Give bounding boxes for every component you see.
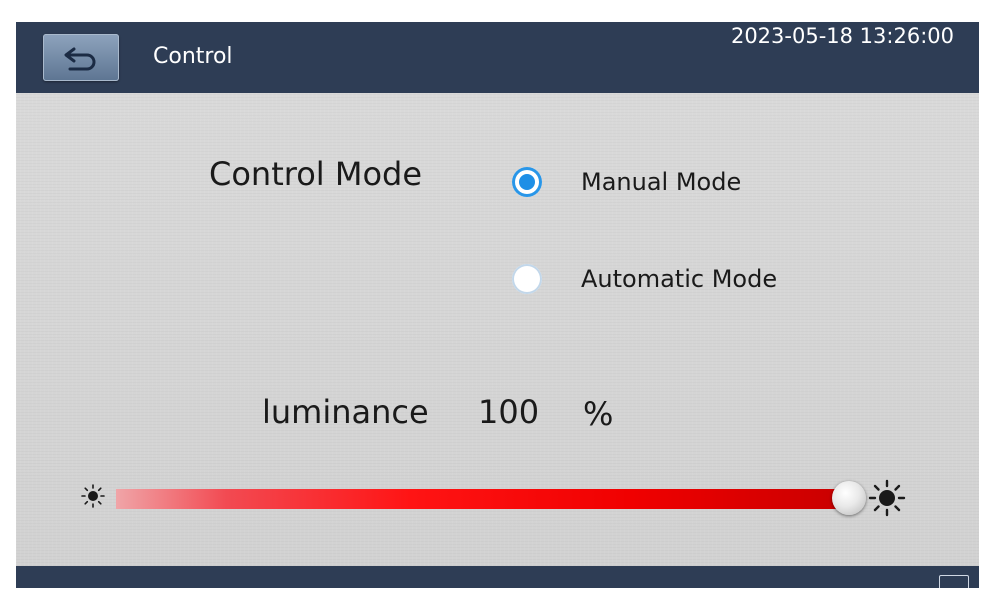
luminance-slider-handle[interactable]	[832, 481, 866, 515]
page-title: Control	[153, 44, 233, 69]
back-button[interactable]	[43, 34, 119, 81]
footer-indicator	[939, 575, 969, 588]
header-bar: Control 2023-05-18 13:26:00	[16, 22, 979, 93]
automatic-mode-radio[interactable]	[512, 264, 542, 294]
sun-large-icon	[868, 479, 906, 517]
luminance-value: 100	[478, 393, 540, 431]
control-panel: Control Mode Manual Mode Automatic Mode …	[16, 93, 979, 566]
manual-mode-radio[interactable]	[512, 167, 542, 197]
sun-small-icon	[81, 484, 105, 508]
luminance-unit: %	[583, 395, 614, 433]
datetime-display: 2023-05-18 13:26:00	[730, 24, 954, 48]
control-screen: Control 2023-05-18 13:26:00 Control Mode…	[16, 22, 979, 588]
footer-bar	[16, 566, 979, 588]
luminance-slider-track[interactable]	[116, 489, 852, 509]
manual-mode-label[interactable]: Manual Mode	[581, 168, 741, 196]
control-mode-label: Control Mode	[209, 155, 423, 193]
luminance-label: luminance	[262, 393, 429, 431]
automatic-mode-label[interactable]: Automatic Mode	[581, 265, 777, 293]
back-arrow-icon	[64, 47, 96, 70]
